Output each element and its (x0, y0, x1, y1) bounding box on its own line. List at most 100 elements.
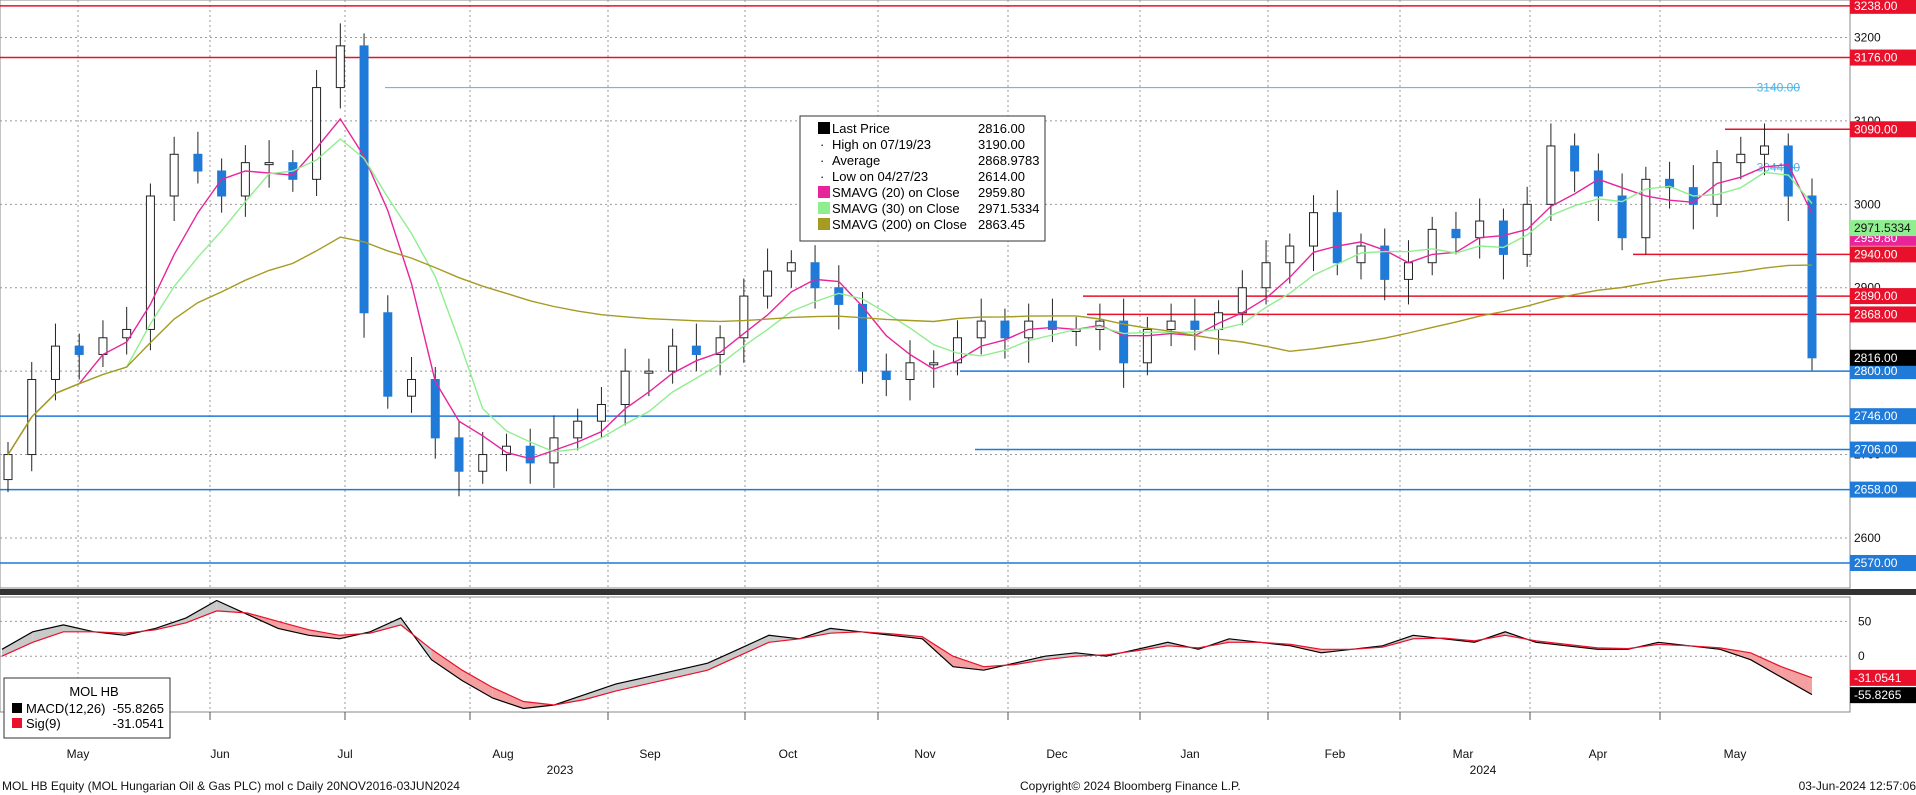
macd-y-tick-label: 0 (1858, 649, 1865, 663)
candle-body (1736, 153, 1746, 164)
y-tick-label: 3000 (1854, 197, 1881, 211)
x-year-label: 2023 (547, 763, 574, 777)
macd-legend-label: Sig(9) (26, 716, 61, 731)
candle-body (1570, 145, 1580, 172)
macd-legend-value: -31.0541 (113, 716, 164, 731)
candle-body (193, 153, 203, 172)
candle-body (905, 362, 915, 380)
candle-body (1214, 312, 1224, 330)
candle-body (50, 345, 60, 380)
candle-body (1119, 320, 1129, 364)
main-panel-frame (0, 0, 1851, 589)
footer-security-title: MOL HB Equity (MOL Hungarian Oil & Gas P… (2, 779, 460, 793)
candle-body (383, 312, 393, 397)
candle-body (335, 45, 345, 89)
candle-body (976, 320, 986, 339)
candle-body (1451, 228, 1461, 239)
macd-panel (0, 596, 1851, 713)
candle-body (1166, 320, 1176, 330)
candle-body (691, 345, 701, 355)
candle-body (312, 87, 322, 180)
macd-legend-swatch (12, 703, 22, 713)
legend-value: 2959.80 (978, 185, 1025, 200)
legend-swatch (818, 122, 830, 134)
candle-body (1237, 287, 1247, 314)
y-tick-label: 2600 (1854, 531, 1881, 545)
x-tick-label: Jan (1180, 747, 1199, 761)
x-axis: May Jun Jul Aug Sep Oct Nov Dec Jan Feb Mar Apr May 2… (67, 712, 1747, 777)
level-badge-label: 2746.00 (1854, 409, 1898, 423)
level-badge-label: 2570.00 (1854, 556, 1898, 570)
legend-swatch (818, 202, 830, 214)
legend-label: SMAVG (30) on Close (832, 201, 960, 216)
level-badge-label: 2706.00 (1854, 443, 1898, 457)
x-tick-label: Oct (779, 747, 798, 761)
legend-label: SMAVG (200) on Close (832, 217, 967, 232)
legend-value: 2816.00 (978, 121, 1025, 136)
macd-panel-frame (0, 596, 1851, 713)
candle-body (3, 454, 13, 481)
legend-marker-icon: · (820, 137, 824, 152)
legend-label: High on 07/19/23 (832, 137, 931, 152)
candle-body (1190, 320, 1200, 330)
candle-body (1309, 212, 1319, 247)
legend-value: 2614.00 (978, 169, 1025, 184)
level-badge-label: 3238.00 (1854, 0, 1898, 13)
level-badge-label: 2868.00 (1854, 307, 1898, 321)
legend-marker-icon: · (820, 169, 824, 184)
panel-divider (0, 589, 1916, 595)
candle-body (1807, 195, 1817, 359)
x-tick-label: Apr (1589, 747, 1608, 761)
candle-body (1000, 320, 1010, 339)
legend-label: Low on 04/27/23 (832, 169, 928, 184)
footer-timestamp: 03-Jun-2024 12:57:06 (1799, 779, 1916, 793)
x-year-label: 2024 (1470, 763, 1497, 777)
candle-body (240, 162, 250, 197)
footer: MOL HB Equity (MOL Hungarian Oil & Gas P… (2, 779, 1916, 793)
value-badge-label: 2816.00 (1854, 351, 1898, 365)
macd-legend-label: MACD(12,26) (26, 701, 105, 716)
candle-body (407, 378, 417, 397)
candle-body (1285, 245, 1295, 264)
legend-label: Last Price (832, 121, 890, 136)
candle-body (786, 262, 796, 272)
candle-body (881, 370, 891, 380)
candle-body (1546, 145, 1556, 205)
candle-body (264, 162, 274, 166)
legend-marker-icon: · (820, 153, 824, 168)
x-tick-label: Sep (639, 747, 661, 761)
candle-body (1593, 170, 1603, 197)
legend-value: 3190.00 (978, 137, 1025, 152)
level-badge-label: 2658.00 (1854, 483, 1898, 497)
x-tick-label: May (67, 747, 90, 761)
x-tick-label: Dec (1046, 747, 1067, 761)
candle-body (1332, 212, 1342, 264)
candle-body (525, 445, 535, 464)
main-price-panel: 3140.003044.00 (0, 0, 1916, 595)
value-badge-label: 2971.5334 (1854, 221, 1911, 235)
level-badge-label: 2800.00 (1854, 364, 1898, 378)
candle-body (620, 370, 630, 406)
x-tick-label: May (1724, 747, 1747, 761)
x-tick-label: Nov (914, 747, 935, 761)
candle-body (858, 303, 868, 372)
candle-body (430, 378, 440, 439)
legend-value: 2868.9783 (978, 153, 1039, 168)
candle-body (98, 337, 108, 355)
candle-body (1427, 228, 1437, 264)
candle-body (834, 287, 844, 305)
level-badge-label: 3176.00 (1854, 51, 1898, 65)
legend-label: Average (832, 153, 880, 168)
candle-body (169, 153, 179, 197)
x-tick-label: Jun (210, 747, 229, 761)
x-tick-label: Aug (492, 747, 513, 761)
legend-swatch (818, 186, 830, 198)
legend-value: 2863.45 (978, 217, 1025, 232)
level-badge-label: 2940.00 (1854, 247, 1898, 261)
candle-body (810, 262, 820, 289)
candle-body (763, 270, 773, 297)
candle-body (1403, 262, 1413, 280)
candle-body (644, 370, 654, 374)
level-badge-label: 3090.00 (1854, 122, 1898, 136)
candle-body (1498, 220, 1508, 255)
